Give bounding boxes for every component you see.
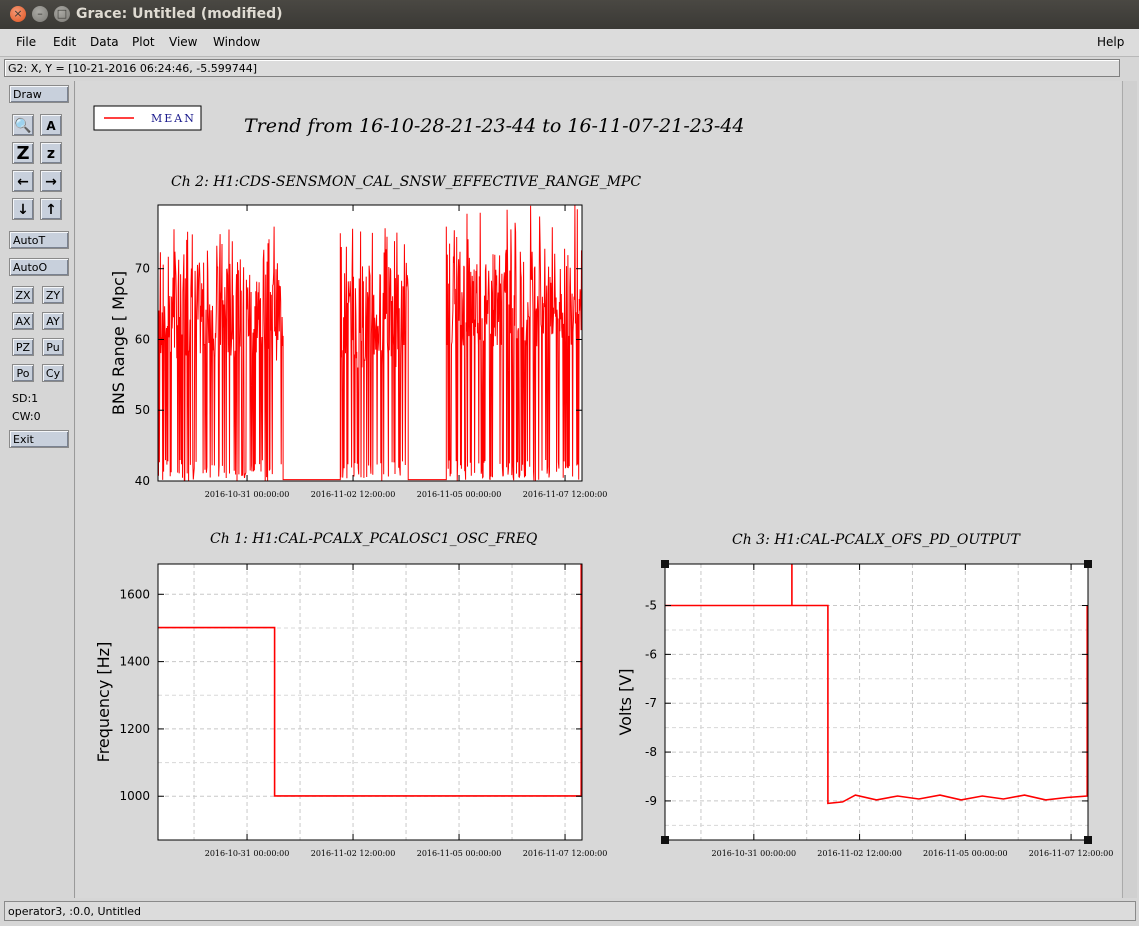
- maximize-icon[interactable]: □: [54, 6, 70, 22]
- plot-canvas[interactable]: MEAN Trend from 16-10-28-21-23-44 to 16-…: [76, 81, 1121, 898]
- title-bar: × – □ Grace: Untitled (modified): [0, 0, 1139, 29]
- tool-panel: Draw 🔍 A Z z ← → ↓ ↑ AutoT AutoO ZX ZY A…: [4, 81, 75, 898]
- y-tick-label: 1600: [119, 587, 150, 601]
- menu-plot[interactable]: Plot: [132, 35, 155, 49]
- y-tick-label: 1000: [119, 789, 150, 803]
- close-icon[interactable]: ×: [10, 6, 26, 22]
- menu-bar: File Edit Data Plot View Window Help: [0, 29, 1139, 57]
- x-tick-label: 2016-10-31 00:00:00: [205, 490, 290, 499]
- selection-handle: [1084, 836, 1092, 844]
- y-tick-label: 70: [135, 262, 150, 276]
- zy-button[interactable]: ZY: [42, 286, 64, 304]
- plot-area: [158, 564, 582, 840]
- arrow-right-icon[interactable]: →: [40, 170, 62, 192]
- chart-title: Ch 1: H1:CAL-PCALX_PCALOSC1_OSC_FREQ: [210, 531, 538, 547]
- legend-box[interactable]: MEAN: [93, 105, 202, 131]
- x-tick-label: 2016-11-02 12:00:00: [817, 849, 902, 858]
- y-tick-label: 1200: [119, 722, 150, 736]
- chart-title: Ch 3: H1:CAL-PCALX_OFS_PD_OUTPUT: [732, 532, 1021, 548]
- arrow-down-icon[interactable]: ↓: [12, 198, 34, 220]
- text-annotation-icon[interactable]: A: [40, 114, 62, 136]
- minimize-icon[interactable]: –: [32, 6, 48, 22]
- x-tick-label: 2016-11-02 12:00:00: [311, 490, 396, 499]
- pu-button[interactable]: Pu: [42, 338, 64, 356]
- x-tick-label: 2016-11-07 12:00:00: [523, 849, 608, 858]
- y-tick-label: -6: [645, 647, 657, 661]
- vertical-scrollbar[interactable]: [1122, 81, 1137, 898]
- y-axis-label: Frequency [Hz]: [94, 642, 113, 763]
- magnifier-icon[interactable]: 🔍: [12, 114, 34, 136]
- chart-title: Ch 2: H1:CDS-SENSMON_CAL_SNSW_EFFECTIVE_…: [171, 174, 641, 190]
- ax-button[interactable]: AX: [12, 312, 34, 330]
- zoom-z-large-icon[interactable]: Z: [12, 142, 34, 164]
- status-bar: operator3, :0.0, Untitled: [4, 901, 1136, 921]
- po-button[interactable]: Po: [12, 364, 34, 382]
- zx-button[interactable]: ZX: [12, 286, 34, 304]
- x-tick-label: 2016-11-07 12:00:00: [1029, 849, 1114, 858]
- autoo-button[interactable]: AutoO: [9, 258, 69, 276]
- menu-edit[interactable]: Edit: [53, 35, 76, 49]
- x-tick-label: 2016-11-05 00:00:00: [417, 490, 502, 499]
- selection-handle: [661, 560, 669, 568]
- legend-label: MEAN: [151, 112, 196, 125]
- y-tick-label: -7: [645, 696, 657, 710]
- window-title: Grace: Untitled (modified): [76, 6, 283, 22]
- pz-button[interactable]: PZ: [12, 338, 34, 356]
- y-tick-label: -8: [645, 745, 657, 759]
- cw-label: CW:0: [12, 410, 41, 423]
- x-tick-label: 2016-10-31 00:00:00: [205, 849, 290, 858]
- selection-handle: [661, 836, 669, 844]
- exit-button[interactable]: Exit: [9, 430, 69, 448]
- sd-label: SD:1: [12, 392, 39, 405]
- page-title: Trend from 16-10-28-21-23-44 to 16-11-07…: [244, 115, 745, 137]
- chart-ch3[interactable]: 2016-10-31 00:00:00 2016-11-02 12:00:00 20…: [616, 532, 1113, 858]
- menu-data[interactable]: Data: [90, 35, 119, 49]
- arrow-up-icon[interactable]: ↑: [40, 198, 62, 220]
- y-axis-label: BNS Range [ Mpc]: [109, 271, 128, 415]
- y-tick-label: 1400: [119, 655, 150, 669]
- graph-svg[interactable]: MEAN Trend from 16-10-28-21-23-44 to 16-…: [76, 81, 1121, 898]
- y-tick-label: 60: [135, 332, 150, 346]
- draw-button[interactable]: Draw: [9, 85, 69, 103]
- ay-button[interactable]: AY: [42, 312, 64, 330]
- x-tick-label: 2016-11-05 00:00:00: [417, 849, 502, 858]
- y-tick-label: 40: [135, 474, 150, 488]
- chart-ch2[interactable]: 2016-10-31 00:00:00 2016-11-02 12:00:00 20…: [109, 174, 641, 499]
- y-tick-label: -9: [645, 794, 657, 808]
- x-tick-label: 2016-11-02 12:00:00: [311, 849, 396, 858]
- y-axis-label: Volts [V]: [616, 668, 635, 735]
- autot-button[interactable]: AutoT: [9, 231, 69, 249]
- menu-window[interactable]: Window: [213, 35, 260, 49]
- cy-button[interactable]: Cy: [42, 364, 64, 382]
- arrow-left-icon[interactable]: ←: [12, 170, 34, 192]
- x-tick-label: 2016-11-07 12:00:00: [523, 490, 608, 499]
- zoom-z-small-icon[interactable]: z: [40, 142, 62, 164]
- x-tick-label: 2016-10-31 00:00:00: [712, 849, 797, 858]
- menu-file[interactable]: File: [16, 35, 36, 49]
- locator-field: G2: X, Y = [10-21-2016 06:24:46, -5.5997…: [4, 59, 1120, 77]
- chart-ch1[interactable]: 2016-10-31 00:00:00 2016-11-02 12:00:00 20…: [94, 531, 607, 858]
- menu-view[interactable]: View: [169, 35, 197, 49]
- y-tick-label: 50: [135, 403, 150, 417]
- selection-handle: [1084, 560, 1092, 568]
- x-tick-label: 2016-11-05 00:00:00: [923, 849, 1008, 858]
- y-tick-label: -5: [645, 599, 657, 613]
- menu-help[interactable]: Help: [1097, 35, 1124, 49]
